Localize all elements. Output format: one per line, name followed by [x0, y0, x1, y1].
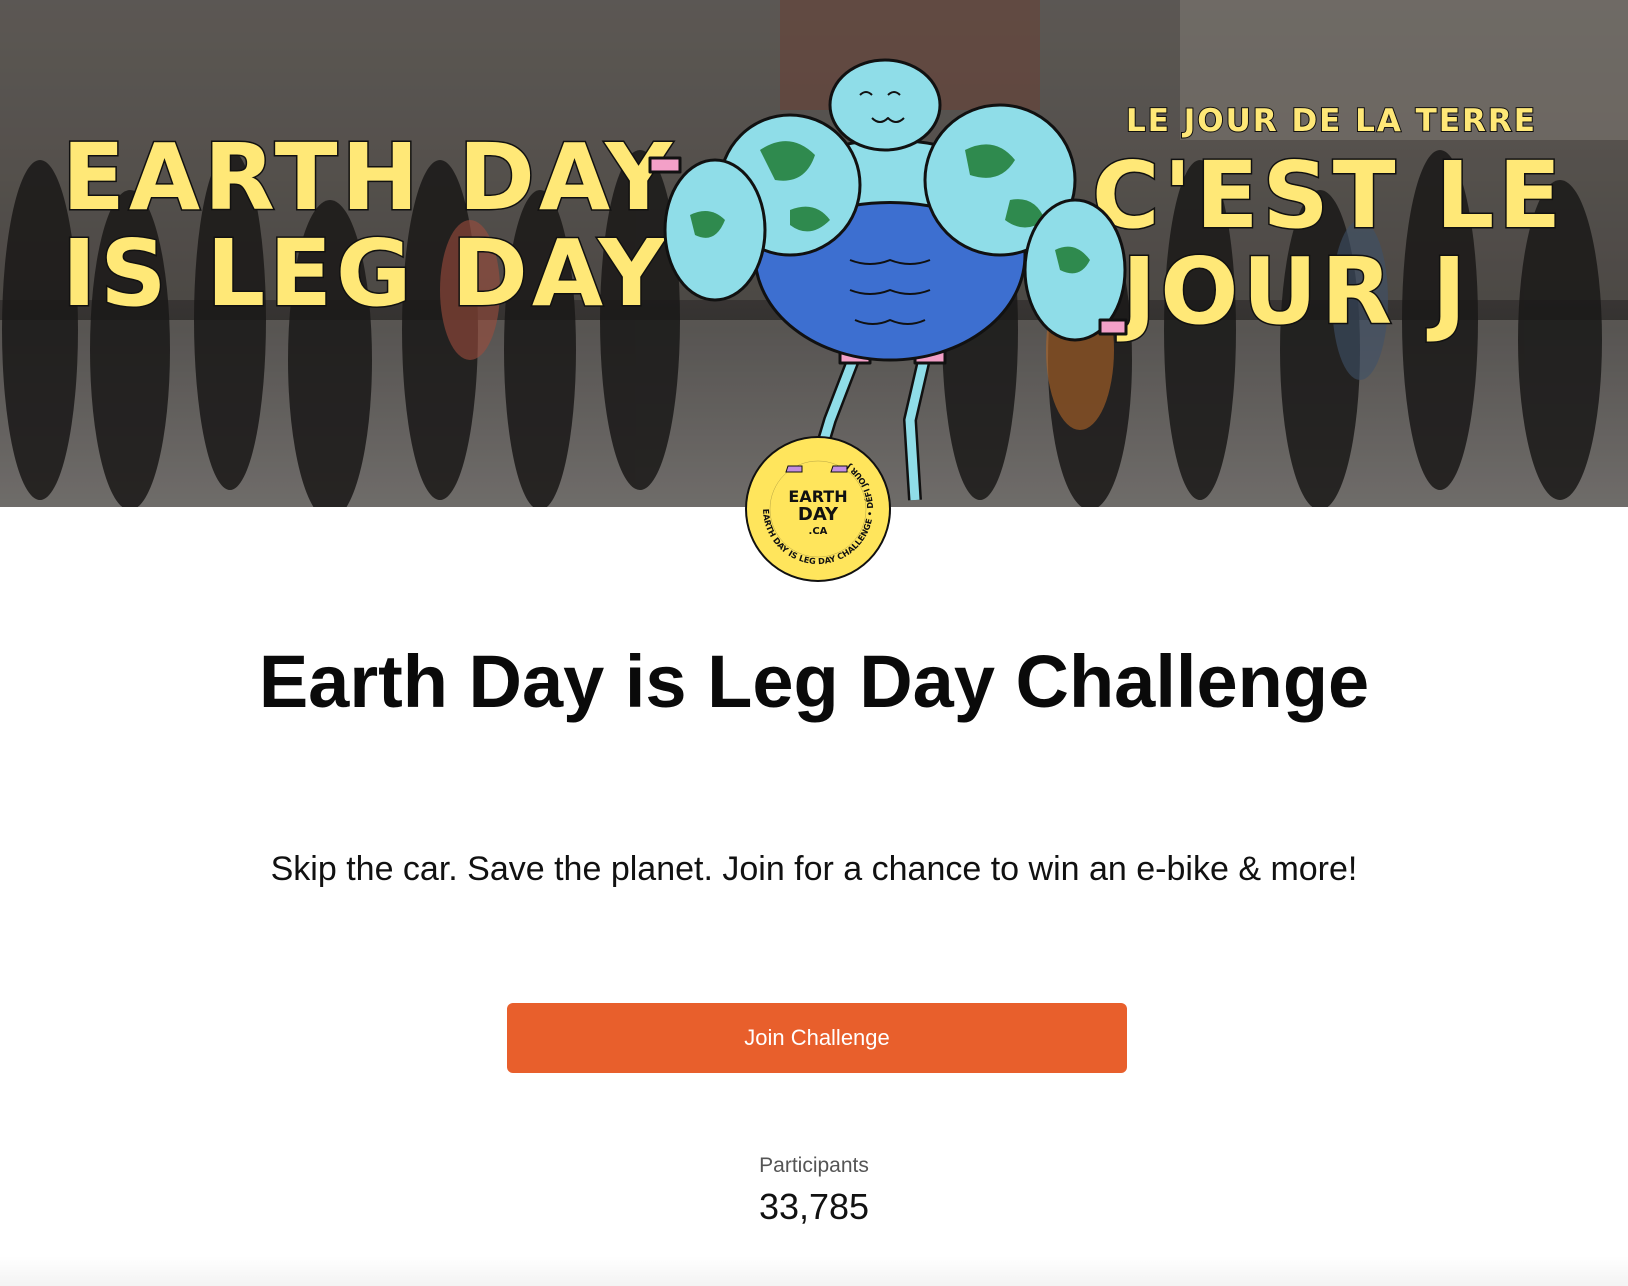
badge-logo-line3: .CA: [809, 526, 828, 537]
challenge-title: Earth Day is Leg Day Challenge: [258, 640, 1370, 723]
page-bottom-divider: [0, 1256, 1628, 1286]
challenge-badge: EARTH DAY .CA EARTH DAY IS LEG DAY CHALL…: [745, 436, 891, 582]
participants-label: Participants: [759, 1154, 869, 1177]
muscular-earth-mascot-icon: [648, 58, 1128, 501]
participants-count: 33,785: [758, 1186, 870, 1227]
hero-banner: EARTH DAY IS LEG DAY LE JOUR DE LA TERRE…: [0, 0, 1628, 507]
challenge-subtitle: Skip the car. Save the planet. Join for …: [270, 850, 1358, 888]
join-challenge-button[interactable]: Join Challenge: [507, 1003, 1127, 1073]
badge-logo-line2: DAY: [798, 504, 839, 525]
